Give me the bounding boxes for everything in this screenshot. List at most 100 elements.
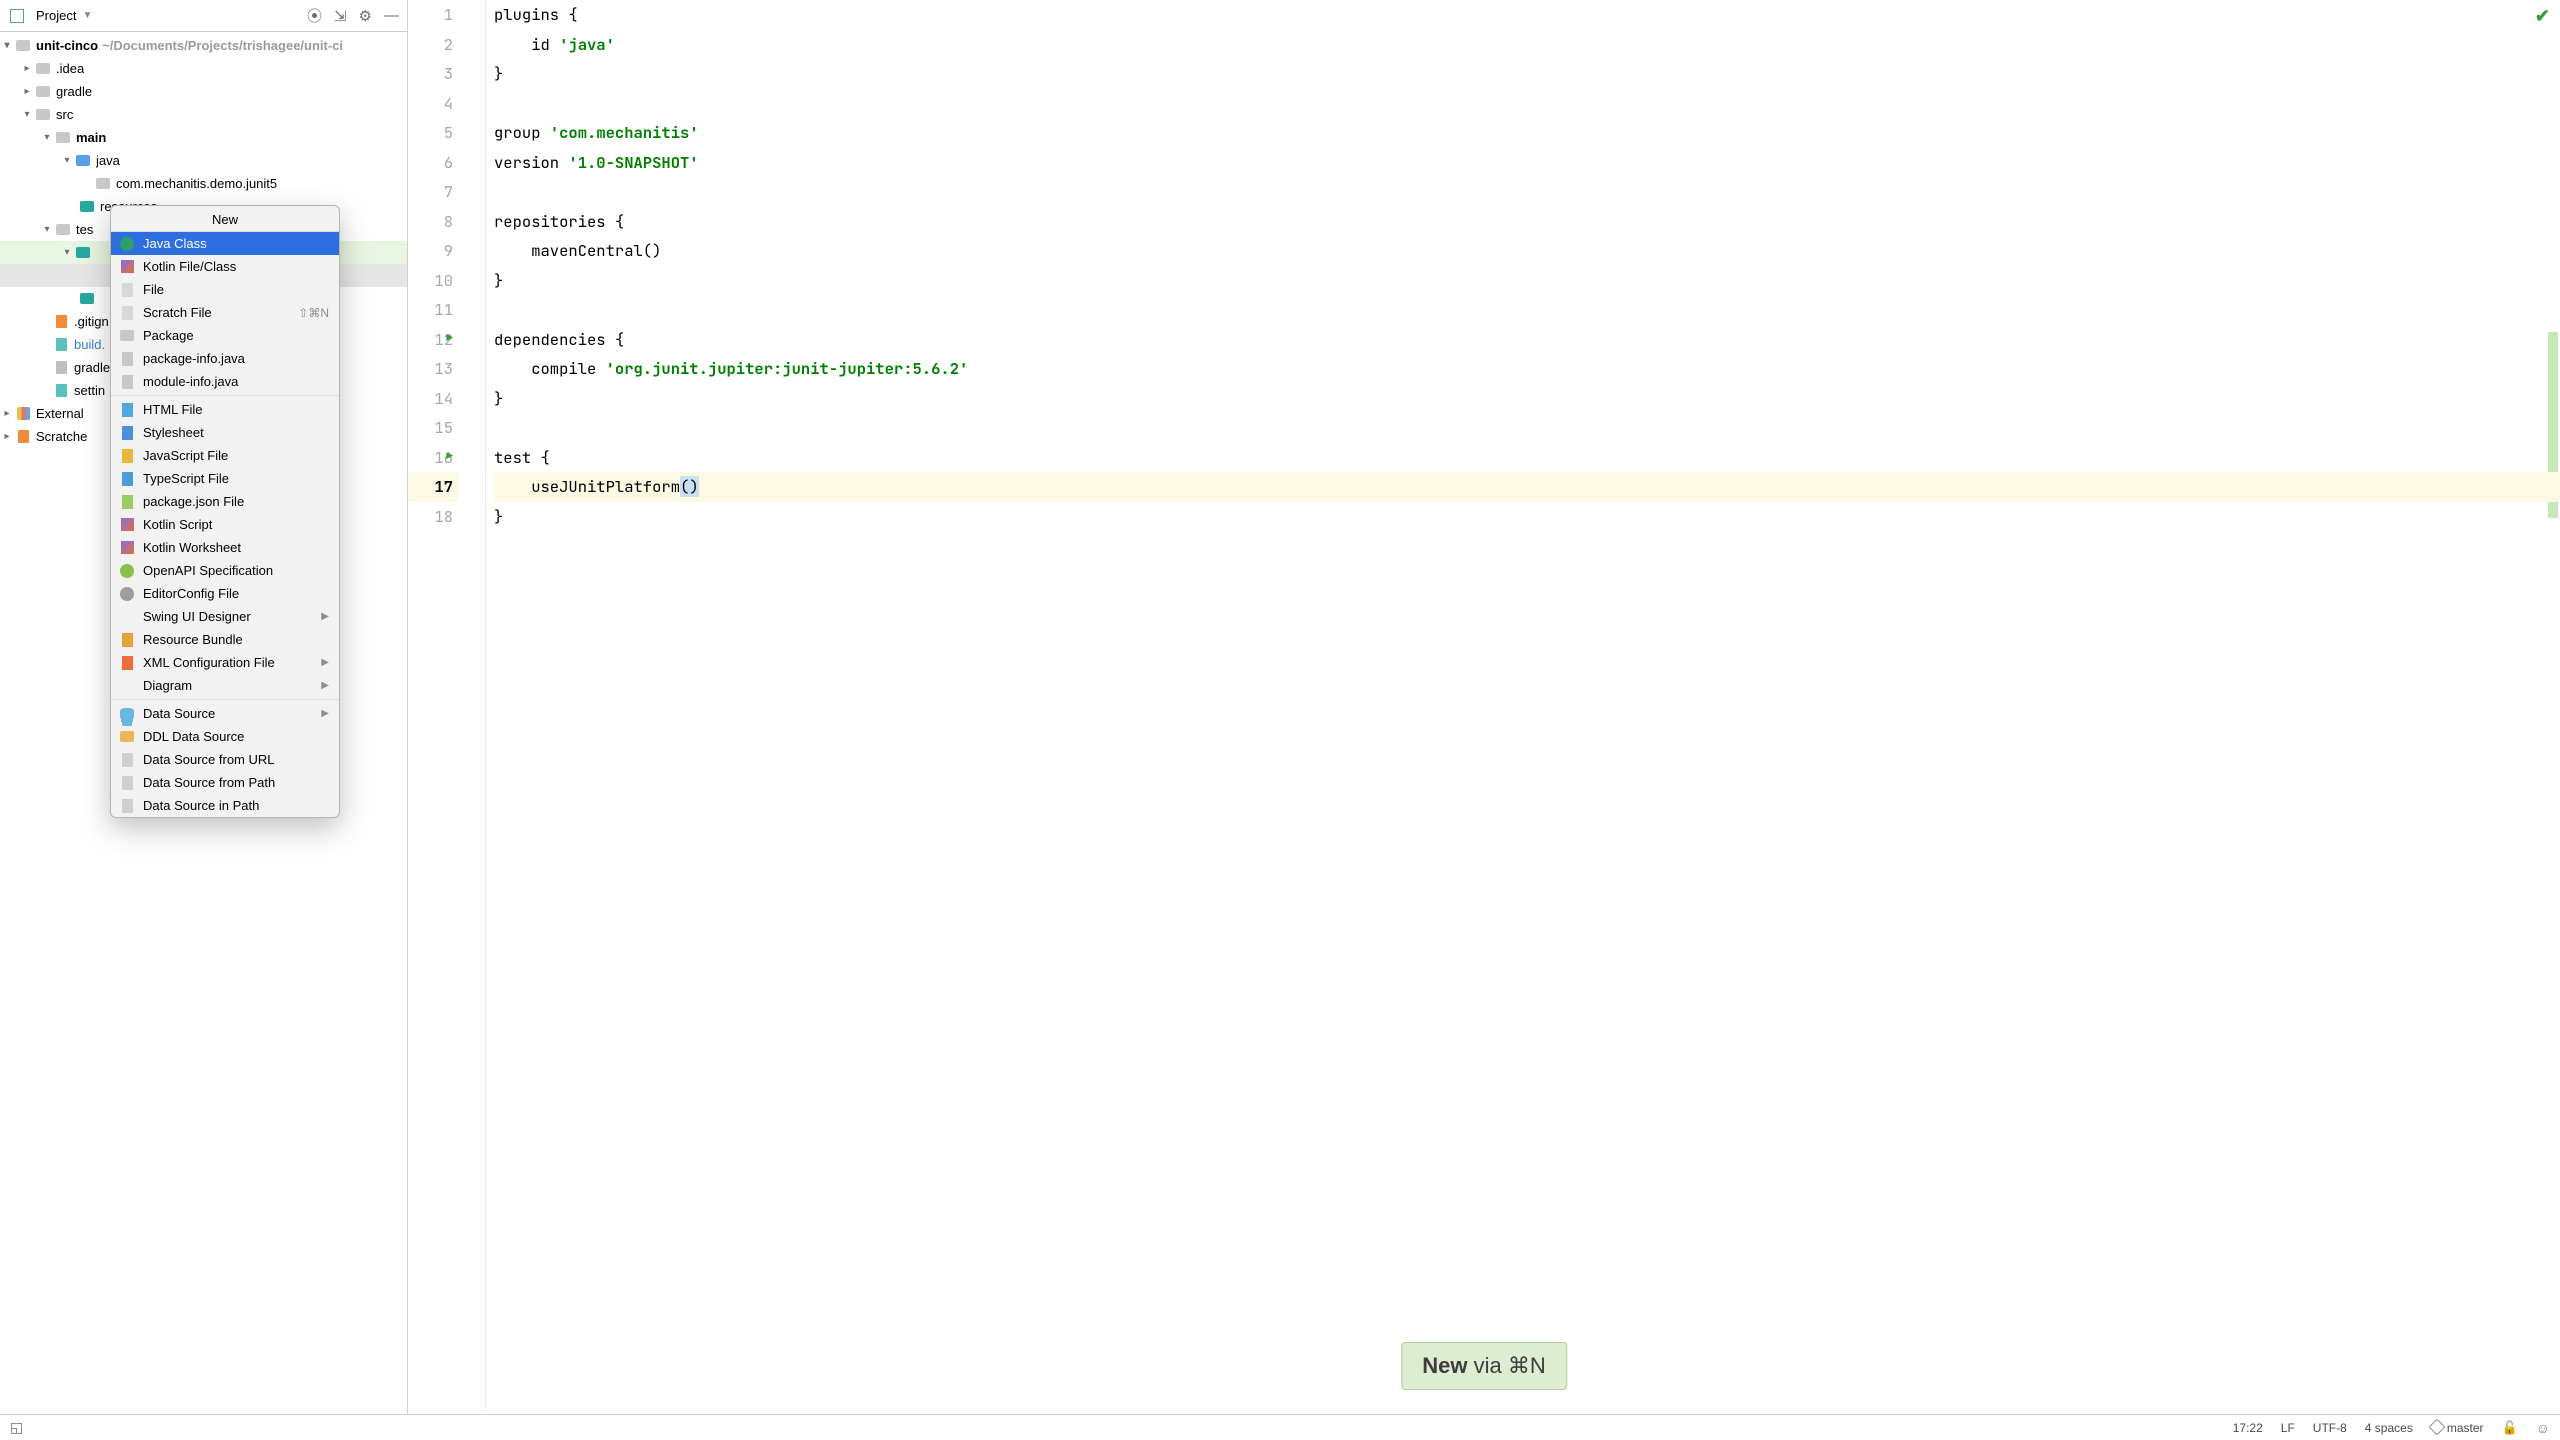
code-line[interactable]: repositories {: [494, 207, 2560, 237]
run-gutter-icon[interactable]: ▶: [446, 443, 453, 473]
gutter-line[interactable]: 14: [408, 384, 459, 414]
tree-item[interactable]: ▸.idea: [0, 57, 407, 80]
popup-item[interactable]: Package: [111, 324, 339, 347]
popup-item[interactable]: package.json File: [111, 490, 339, 513]
popup-item-label: Stylesheet: [143, 425, 204, 440]
tree-item[interactable]: com.mechanitis.demo.junit5: [0, 172, 407, 195]
popup-title: New: [111, 206, 339, 232]
status-branch[interactable]: master: [2431, 1420, 2484, 1435]
target-icon[interactable]: ⦿: [307, 5, 322, 26]
code-line[interactable]: mavenCentral(): [494, 236, 2560, 266]
project-panel: Project ▼ ⦿ ⇲ ⚙ — ▾ unit-cinco ~/Documen…: [0, 0, 408, 1440]
popup-item[interactable]: Swing UI Designer▶: [111, 605, 339, 628]
code-line[interactable]: }: [494, 266, 2560, 296]
panel-title[interactable]: Project: [36, 8, 76, 23]
tree-item[interactable]: ▾java: [0, 149, 407, 172]
code-line[interactable]: group 'com.mechanitis': [494, 118, 2560, 148]
chevron-down-icon[interactable]: ▼: [82, 10, 92, 21]
popup-item[interactable]: Scratch File ⇧⌘N: [111, 301, 339, 324]
code-line[interactable]: useJUnitPlatform(): [494, 472, 2560, 502]
popup-item[interactable]: TypeScript File: [111, 467, 339, 490]
gutter-line[interactable]: 10: [408, 266, 459, 296]
tree-item[interactable]: ▸gradle: [0, 80, 407, 103]
gutter-line[interactable]: 1: [408, 0, 459, 30]
popup-item-label: Scratch File: [143, 305, 212, 320]
code-line[interactable]: [494, 89, 2560, 119]
code-line[interactable]: [494, 413, 2560, 443]
shortcut-label: ⇧⌘N: [298, 306, 329, 320]
popup-item[interactable]: Java Class: [111, 232, 339, 255]
gutter-line[interactable]: 7: [408, 177, 459, 207]
gutter-line[interactable]: 13: [408, 354, 459, 384]
gear-icon[interactable]: ⚙: [359, 7, 372, 25]
statusbar-left-icon[interactable]: ◱: [10, 1419, 23, 1435]
code-line[interactable]: }: [494, 384, 2560, 414]
expand-icon[interactable]: ⇲: [334, 7, 347, 25]
tree-root[interactable]: ▾ unit-cinco ~/Documents/Projects/trisha…: [0, 34, 407, 57]
code-line[interactable]: id 'java': [494, 30, 2560, 60]
status-bar: ◱ 17:22 LF UTF-8 4 spaces master: [0, 1414, 2560, 1440]
code-line[interactable]: compile 'org.junit.jupiter:junit-jupiter…: [494, 354, 2560, 384]
gutter-line[interactable]: 12▶: [408, 325, 459, 355]
tree-item[interactable]: ▾main: [0, 126, 407, 149]
gutter-line[interactable]: 3: [408, 59, 459, 89]
popup-item[interactable]: DDL Data Source: [111, 725, 339, 748]
gutter-line[interactable]: 17: [408, 472, 459, 502]
popup-item[interactable]: module-info.java: [111, 370, 339, 393]
gutter-line[interactable]: 16▶: [408, 443, 459, 473]
code-line[interactable]: version '1.0-SNAPSHOT': [494, 148, 2560, 178]
popup-item[interactable]: Diagram▶: [111, 674, 339, 697]
face-icon[interactable]: [2536, 1420, 2550, 1436]
popup-item[interactable]: JavaScript File: [111, 444, 339, 467]
code-line[interactable]: }: [494, 502, 2560, 532]
popup-item[interactable]: Data Source in Path: [111, 794, 339, 817]
popup-item[interactable]: HTML File: [111, 398, 339, 421]
new-popup: New Java ClassKotlin File/ClassFileScrat…: [110, 205, 340, 818]
gutter[interactable]: 123456789101112▶13141516▶1718: [408, 0, 486, 1440]
popup-item[interactable]: package-info.java: [111, 347, 339, 370]
popup-item[interactable]: Resource Bundle: [111, 628, 339, 651]
popup-item[interactable]: Stylesheet: [111, 421, 339, 444]
gutter-line[interactable]: 8: [408, 207, 459, 237]
code-line[interactable]: dependencies {: [494, 325, 2560, 355]
code-line[interactable]: plugins {: [494, 0, 2560, 30]
popup-item-label: Kotlin Script: [143, 517, 212, 532]
popup-item[interactable]: Data Source from URL: [111, 748, 339, 771]
run-gutter-icon[interactable]: ▶: [446, 325, 453, 355]
mi-java-icon: [119, 351, 135, 367]
code-area[interactable]: plugins { id 'java'} group 'com.mechaniti…: [486, 0, 2560, 1440]
submenu-arrow-icon: ▶: [321, 611, 329, 622]
gutter-line[interactable]: 11: [408, 295, 459, 325]
popup-item[interactable]: Kotlin Script: [111, 513, 339, 536]
popup-item[interactable]: File: [111, 278, 339, 301]
popup-item[interactable]: OpenAPI Specification: [111, 559, 339, 582]
gutter-line[interactable]: 5: [408, 118, 459, 148]
gutter-line[interactable]: 15: [408, 413, 459, 443]
popup-item[interactable]: Kotlin File/Class: [111, 255, 339, 278]
lock-icon[interactable]: [2502, 1420, 2518, 1436]
gutter-line[interactable]: 9: [408, 236, 459, 266]
status-indent[interactable]: 4 spaces: [2365, 1421, 2413, 1435]
popup-item[interactable]: Data Source from Path: [111, 771, 339, 794]
editor[interactable]: ✔ 123456789101112▶13141516▶1718 plugins …: [408, 0, 2560, 1440]
popup-item-label: Data Source: [143, 706, 215, 721]
popup-item[interactable]: EditorConfig File: [111, 582, 339, 605]
code-line[interactable]: [494, 295, 2560, 325]
gutter-line[interactable]: 4: [408, 89, 459, 119]
minimize-icon[interactable]: —: [384, 7, 399, 24]
popup-item-label: Kotlin Worksheet: [143, 540, 241, 555]
code-line[interactable]: }: [494, 59, 2560, 89]
code-line[interactable]: [494, 177, 2560, 207]
gutter-line[interactable]: 2: [408, 30, 459, 60]
popup-item[interactable]: Data Source▶: [111, 702, 339, 725]
status-line-ending[interactable]: LF: [2281, 1421, 2295, 1435]
code-line[interactable]: test {: [494, 443, 2560, 473]
tree-item[interactable]: ▾src: [0, 103, 407, 126]
popup-item[interactable]: XML Configuration File▶: [111, 651, 339, 674]
mi-file-icon: [119, 282, 135, 298]
status-encoding[interactable]: UTF-8: [2313, 1421, 2347, 1435]
gutter-line[interactable]: 18: [408, 502, 459, 532]
gutter-line[interactable]: 6: [408, 148, 459, 178]
popup-item[interactable]: Kotlin Worksheet: [111, 536, 339, 559]
popup-item-label: Data Source in Path: [143, 798, 259, 813]
